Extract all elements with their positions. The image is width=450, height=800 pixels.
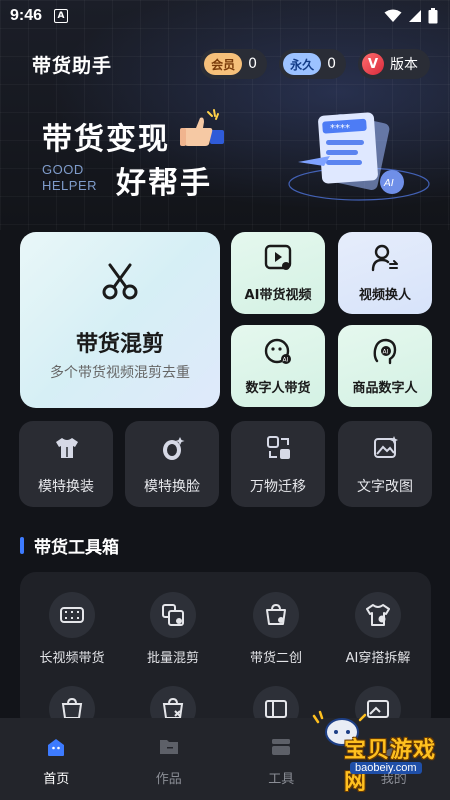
banner-headline: 带货变现 bbox=[42, 122, 170, 157]
film-icon bbox=[60, 607, 84, 623]
forever-pill[interactable]: 永久 0 bbox=[279, 49, 346, 79]
nav-item-works[interactable]: 作品 bbox=[113, 718, 226, 800]
nav-label: 首页 bbox=[43, 772, 70, 787]
toolbox-item-batch-cut[interactable]: 批量混剪 bbox=[123, 592, 223, 666]
header-badges: 会员 0 永久 0 V 版本 bbox=[200, 49, 430, 79]
feature-card-label: 视频换人 bbox=[358, 288, 411, 303]
nav-label: 作品 bbox=[155, 772, 182, 787]
section-accent-bar bbox=[20, 536, 24, 554]
status-indicators bbox=[384, 8, 438, 24]
tool-card-text-to-image[interactable]: 文字改图 bbox=[338, 421, 432, 507]
tool-card-label: 模特换装 bbox=[38, 479, 94, 495]
tool-card-face-swap[interactable]: 模特换脸 bbox=[125, 421, 219, 507]
ai-document-art: **** AI bbox=[288, 112, 430, 201]
app-header: 带货助手 会员 0 永久 0 V 版本 bbox=[0, 44, 450, 84]
cart-create-icon bbox=[266, 603, 286, 625]
batch-cut-icon bbox=[162, 604, 184, 626]
promo-banner: 带货变现 GOOD HELPER 好帮手 **** AI bbox=[0, 100, 450, 220]
nav-item-home[interactable]: 首页 bbox=[0, 718, 113, 800]
image-edit-icon bbox=[374, 436, 398, 458]
feature-card-ai-video[interactable]: AI带货视频 bbox=[231, 232, 325, 314]
tool-card-object-transfer[interactable]: 万物迁移 bbox=[231, 421, 325, 507]
home-icon bbox=[48, 739, 65, 756]
feature-card-label: AI带货视频 bbox=[244, 288, 312, 303]
toolbox-item-ai-outfit[interactable]: AI穿搭拆解 bbox=[328, 592, 428, 666]
notification-icon: A bbox=[54, 9, 69, 23]
face-swap-icon bbox=[163, 437, 185, 460]
member-count: 0 bbox=[248, 56, 258, 72]
feature-card-label: 商品数字人 bbox=[352, 381, 418, 396]
toolbox-item-long-video[interactable]: 长视频带货 bbox=[22, 592, 122, 666]
transfer-icon bbox=[267, 436, 290, 459]
thumbs-up-icon bbox=[180, 109, 224, 146]
tool-card-label: 文字改图 bbox=[357, 479, 413, 495]
toolbox-item-label: 带货二创 bbox=[249, 651, 302, 666]
banner-english: GOOD HELPER bbox=[42, 162, 97, 194]
wifi-icon bbox=[384, 9, 402, 22]
toolbox-title: 带货工具箱 bbox=[34, 537, 119, 558]
toolbox-item-label: 批量混剪 bbox=[146, 651, 199, 666]
signal-icon bbox=[409, 10, 421, 22]
toolbox-item-circle bbox=[253, 592, 299, 638]
video-play-icon bbox=[264, 244, 292, 270]
status-bar: 9:46 A bbox=[0, 0, 450, 32]
banner-english-line2: HELPER bbox=[42, 178, 98, 193]
tool-card-model-outfit[interactable]: 模特换装 bbox=[19, 421, 113, 507]
art-stars: **** bbox=[330, 123, 350, 134]
version-button[interactable]: V 版本 bbox=[358, 49, 430, 79]
art-ai-label: AI bbox=[383, 178, 394, 189]
svg-text:AI: AI bbox=[383, 349, 389, 356]
feature-main-subtitle: 多个带货视频混剪去重 bbox=[50, 365, 190, 381]
forever-count: 0 bbox=[327, 56, 336, 72]
ai-head-icon: AI bbox=[373, 338, 397, 365]
scissors-icon bbox=[102, 263, 138, 300]
banner-english-line1: GOOD bbox=[42, 162, 84, 177]
feature-main-title: 带货混剪 bbox=[75, 332, 164, 357]
tool-card-label: 模特换脸 bbox=[144, 479, 200, 495]
battery-icon bbox=[428, 8, 438, 24]
feature-card-digital-human[interactable]: AI 数字人带货 bbox=[231, 325, 325, 407]
toolbox-section-title: 带货工具箱 bbox=[20, 533, 119, 558]
svg-text:AI: AI bbox=[283, 357, 289, 364]
member-pill[interactable]: 会员 0 bbox=[200, 49, 268, 79]
forever-tag: 永久 bbox=[283, 53, 322, 75]
feature-card-product-human[interactable]: AI 商品数字人 bbox=[338, 325, 432, 407]
member-tag: 会员 bbox=[204, 53, 243, 75]
watermark-logo: 宝贝游戏网 baobeiy.com bbox=[298, 700, 446, 795]
banner-subheadline: 好帮手 bbox=[116, 166, 212, 201]
status-time: 9:46 bbox=[10, 7, 43, 24]
toolbox-item-circle bbox=[355, 592, 401, 638]
version-label: 版本 bbox=[390, 57, 418, 73]
shirt-ai-icon bbox=[366, 604, 390, 626]
folder-icon bbox=[159, 740, 178, 754]
ai-face-icon: AI bbox=[264, 338, 291, 364]
toolbox-item-circle bbox=[49, 592, 95, 638]
toolbox-item-label: AI穿搭拆解 bbox=[345, 651, 411, 666]
toolbox-item-cart-create[interactable]: 带货二创 bbox=[226, 592, 326, 666]
toolbox-item-label: 长视频带货 bbox=[39, 651, 105, 666]
app-title: 带货助手 bbox=[32, 54, 113, 77]
feature-card-video-swap[interactable]: 视频换人 bbox=[338, 232, 432, 314]
tools-icon bbox=[272, 739, 291, 755]
feature-card-label: 数字人带货 bbox=[245, 381, 311, 396]
version-badge-icon: V bbox=[362, 53, 384, 75]
person-swap-icon bbox=[371, 244, 398, 272]
feature-card-mix-edit[interactable]: 带货混剪 多个带货视频混剪去重 bbox=[20, 232, 220, 408]
toolbox-item-circle bbox=[150, 592, 196, 638]
tool-card-label: 万物迁移 bbox=[250, 479, 306, 495]
shirt-icon bbox=[56, 438, 78, 458]
watermark-url: baobeiy.com bbox=[350, 762, 422, 774]
